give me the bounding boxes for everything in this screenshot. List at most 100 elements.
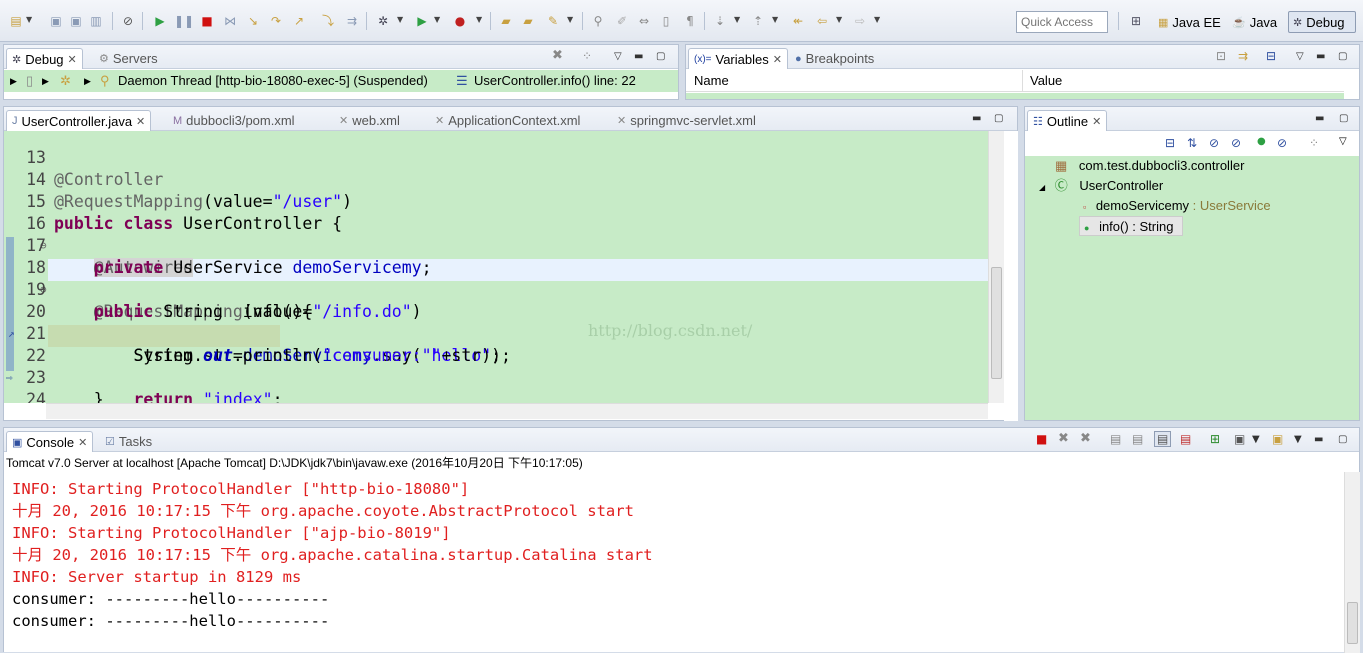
skip-breakpoints-icon[interactable]: ⊘ xyxy=(120,13,136,29)
resume-icon[interactable]: ▶ xyxy=(152,13,168,29)
view-menu-dropdown-icon[interactable]: ▽ xyxy=(1339,136,1347,147)
scrollbar-thumb[interactable] xyxy=(991,267,1002,379)
open-console-dropdown-icon[interactable]: ▼ xyxy=(1294,434,1302,445)
remove-all-terminated-icon[interactable]: ✖ xyxy=(1080,431,1091,446)
forward-dropdown-icon[interactable]: ▼ xyxy=(874,15,880,24)
minimize-icon[interactable]: ▬ xyxy=(972,113,981,124)
minimize-icon[interactable]: ▬ xyxy=(634,51,643,62)
collapse-all-icon[interactable]: ⊟ xyxy=(1266,49,1276,63)
tab-applicationcontext-xml[interactable]: ✕ ApplicationContext.xml xyxy=(430,110,585,131)
back-dropdown-icon[interactable]: ▼ xyxy=(836,15,842,24)
prev-annotation-dropdown-icon[interactable]: ▼ xyxy=(772,15,778,24)
tab-springmvc-servlet-xml[interactable]: ✕ springmvc-servlet.xml xyxy=(612,110,761,131)
close-icon[interactable]: ✕ xyxy=(136,115,145,128)
show-logical-structure-icon[interactable]: ⇉ xyxy=(1238,49,1248,63)
maximize-icon[interactable]: ▢ xyxy=(1339,113,1348,124)
close-icon[interactable]: ✕ xyxy=(773,53,782,66)
pin-console-icon[interactable]: ⊞ xyxy=(1210,432,1220,446)
hide-fields-icon[interactable]: ⊘ xyxy=(1209,136,1219,150)
debug-dropdown-icon[interactable]: ▼ xyxy=(397,15,403,24)
scrollbar-thumb[interactable] xyxy=(1347,602,1358,644)
step-into-icon[interactable]: ↘ xyxy=(245,13,261,29)
disconnect-icon[interactable]: ⋈ xyxy=(222,13,238,29)
show-whitespace-icon[interactable]: ¶ xyxy=(682,13,698,29)
external-tools-icon[interactable]: ● xyxy=(452,13,468,29)
hide-static-icon[interactable]: ⊘ xyxy=(1231,136,1241,150)
print-icon[interactable]: ▥ xyxy=(88,13,104,29)
console-output[interactable]: INFO: Starting ProtocolHandler ["http-bi… xyxy=(4,472,1348,648)
tree-expand-icon[interactable]: ▶ xyxy=(42,70,49,92)
drop-to-frame-icon[interactable]: ⤵ xyxy=(320,13,336,29)
view-menu-dropdown-icon[interactable]: ▽ xyxy=(614,51,622,62)
column-header-name[interactable]: Name xyxy=(694,70,729,92)
debug-run-icon[interactable]: ✲ xyxy=(375,13,391,29)
code-editor[interactable]: 13 @Controller 14 @RequestMapping(value=… xyxy=(4,131,988,403)
save-icon[interactable]: ▣ xyxy=(48,13,64,29)
outline-item-method[interactable]: ● info() : String xyxy=(1079,216,1183,236)
new-dropdown-icon[interactable]: ▼ xyxy=(26,15,32,24)
external-tools-dropdown-icon[interactable]: ▼ xyxy=(476,15,482,24)
column-header-value[interactable]: Value xyxy=(1030,70,1062,92)
open-perspective-icon[interactable]: ⊞ xyxy=(1128,13,1144,29)
tab-breakpoints[interactable]: ● Breakpoints xyxy=(790,48,879,69)
block-select-icon[interactable]: ▯ xyxy=(658,13,674,29)
tab-usercontroller-java[interactable]: J UserController.java ✕ xyxy=(6,110,152,131)
tab-console[interactable]: ▣ Console ✕ xyxy=(6,431,94,452)
show-when-stderr-icon[interactable]: ▤ xyxy=(1180,432,1191,446)
quick-access-input[interactable] xyxy=(1016,11,1108,33)
tab-servers[interactable]: ⚙ Servers xyxy=(94,48,163,69)
show-when-stdout-icon[interactable]: ▤ xyxy=(1154,431,1172,447)
perspective-debug[interactable]: ✲ Debug xyxy=(1288,11,1356,33)
minimize-icon[interactable]: ▬ xyxy=(1316,51,1325,62)
minimize-icon[interactable]: ▬ xyxy=(1314,434,1323,445)
next-annotation-dropdown-icon[interactable]: ▼ xyxy=(734,15,740,24)
next-annotation-icon[interactable]: ⇣ xyxy=(712,13,728,29)
perspective-java-ee[interactable]: ▦ Java EE xyxy=(1154,11,1225,33)
view-menu-icon[interactable]: ⁘ xyxy=(582,49,592,63)
open-folder-icon[interactable]: ▰ xyxy=(520,13,536,29)
annotation-icon[interactable]: ⚲ xyxy=(590,13,606,29)
last-edit-icon[interactable]: ↞ xyxy=(790,13,806,29)
tree-collapse-icon[interactable]: ▶ xyxy=(10,70,17,92)
new-java-project-icon[interactable]: ▰ xyxy=(498,13,514,29)
perspective-java[interactable]: ☕ Java xyxy=(1228,11,1281,33)
collapse-all-icon[interactable]: ⊟ xyxy=(1165,136,1175,150)
pen-icon[interactable]: ✐ xyxy=(614,13,630,29)
debug-stack-row[interactable]: ▶ ▯ ▶ ✲ ▶ ⚲ Daemon Thread [http-bio-1808… xyxy=(4,70,678,92)
search-dropdown-icon[interactable]: ▼ xyxy=(567,15,573,24)
tab-outline[interactable]: ☷ Outline ✕ xyxy=(1027,110,1108,131)
hide-non-public-icon[interactable]: ● xyxy=(1257,136,1266,147)
editor-horizontal-scrollbar[interactable] xyxy=(46,403,988,419)
outline-item-package[interactable]: ▦ com.test.dubbocli3.controller xyxy=(1055,156,1244,176)
suspend-icon[interactable]: ❚❚ xyxy=(174,13,194,29)
editor-vertical-scrollbar[interactable] xyxy=(988,131,1004,403)
console-vertical-scrollbar[interactable] xyxy=(1344,472,1360,653)
maximize-icon[interactable]: ▢ xyxy=(1338,434,1347,445)
maximize-icon[interactable]: ▢ xyxy=(994,113,1003,124)
close-icon[interactable]: ✕ xyxy=(68,53,77,66)
tree-expand-icon[interactable]: ▶ xyxy=(84,70,91,92)
tree-expanded-icon[interactable]: ◢ xyxy=(1039,183,1045,192)
hide-local-types-icon[interactable]: ⊘ xyxy=(1277,136,1287,150)
save-all-icon[interactable]: ▣ xyxy=(68,13,84,29)
run-icon[interactable]: ▶ xyxy=(414,13,430,29)
terminate-icon[interactable]: ■ xyxy=(1036,432,1047,446)
display-selected-console-icon[interactable]: ▣ xyxy=(1234,432,1245,446)
show-type-names-icon[interactable]: ⊡ xyxy=(1216,49,1226,63)
new-icon[interactable]: ▤ xyxy=(8,13,24,29)
clear-console-icon[interactable]: ▤ xyxy=(1110,432,1121,446)
outline-item-field[interactable]: ▫ demoServicemy : UserService xyxy=(1083,196,1271,216)
view-menu-dropdown-icon[interactable]: ▽ xyxy=(1296,51,1304,62)
step-return-icon[interactable]: ↗ xyxy=(291,13,307,29)
remove-launch-icon[interactable]: ✖ xyxy=(1058,431,1069,446)
close-icon[interactable]: ✕ xyxy=(1092,115,1101,128)
search-icon[interactable]: ✎ xyxy=(545,13,561,29)
tab-web-xml[interactable]: ✕ web.xml xyxy=(334,110,405,131)
maximize-icon[interactable]: ▢ xyxy=(656,51,665,62)
forward-icon[interactable]: ⇨ xyxy=(852,13,868,29)
minimize-icon[interactable]: ▬ xyxy=(1315,113,1324,124)
tab-pom-xml[interactable]: M dubbocli3/pom.xml xyxy=(168,110,300,131)
tab-variables[interactable]: (x)= Variables ✕ xyxy=(688,48,788,69)
scroll-lock-icon[interactable]: ▤ xyxy=(1132,432,1143,446)
use-step-filters-icon[interactable]: ⇉ xyxy=(344,13,360,29)
